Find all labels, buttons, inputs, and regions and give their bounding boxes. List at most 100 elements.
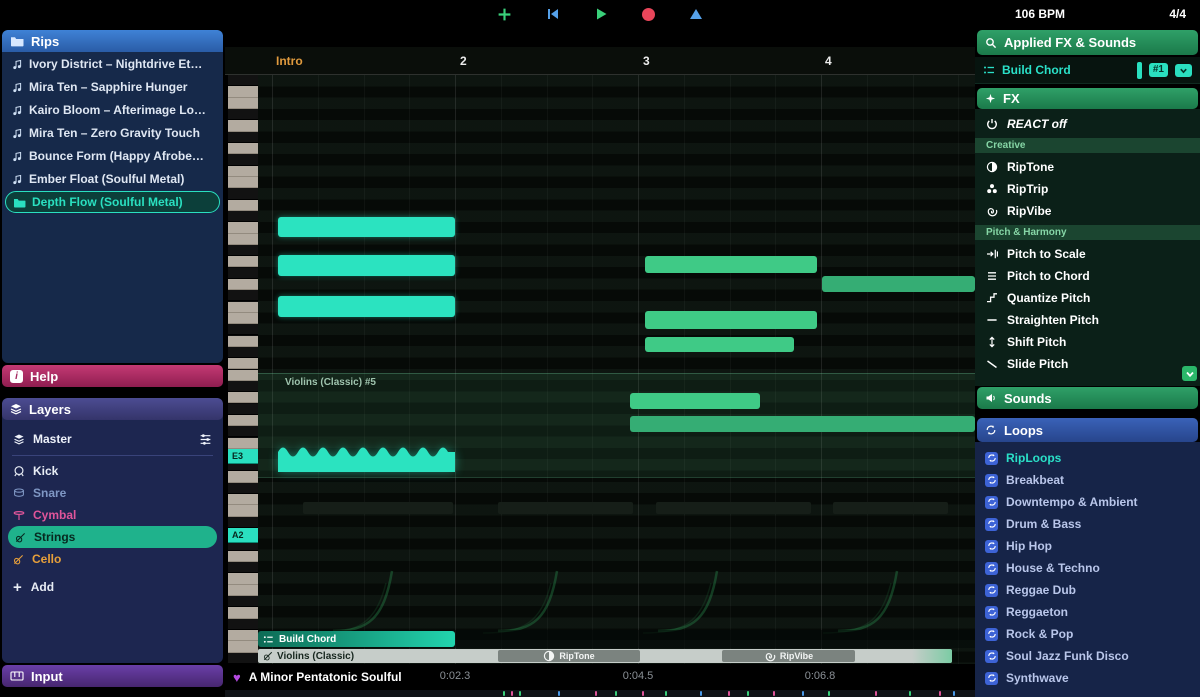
rip-item[interactable]: Mira Ten – Zero Gravity Touch xyxy=(5,122,220,144)
piano-key-B2[interactable] xyxy=(228,505,258,516)
section-marker[interactable]: Intro xyxy=(276,54,303,68)
chevron-down-icon[interactable] xyxy=(1175,64,1192,77)
rips-header[interactable]: Rips xyxy=(2,30,223,52)
fx-item[interactable]: Pitch to Scale xyxy=(975,243,1200,265)
piano-key-F#5[interactable] xyxy=(228,154,258,165)
piano-key-F#2[interactable] xyxy=(228,562,258,573)
fx-level-indicator[interactable] xyxy=(1137,62,1142,79)
rip-item[interactable]: Ember Float (Soulful Metal) xyxy=(5,168,220,190)
loop-category[interactable]: House & Techno xyxy=(975,557,1200,579)
layer-item-cello[interactable]: Cello xyxy=(6,548,219,570)
piano-key-C#4[interactable] xyxy=(228,347,258,358)
piano-key-B4[interactable] xyxy=(228,234,258,245)
piano-key-E4[interactable] xyxy=(228,313,258,324)
layer-item-cymbal[interactable]: Cymbal xyxy=(6,504,219,526)
rip-item[interactable]: Mira Ten – Sapphire Hunger xyxy=(5,76,220,98)
note[interactable] xyxy=(645,311,817,329)
piano-key-D2[interactable] xyxy=(228,607,258,618)
note[interactable] xyxy=(645,256,817,273)
rip-item[interactable]: Bounce Form (Happy Afrobe… xyxy=(5,145,220,167)
piano-key-C3[interactable] xyxy=(228,494,258,505)
piano-key-G#4[interactable] xyxy=(228,268,258,279)
loop-category[interactable]: RipLoops xyxy=(975,447,1200,469)
play-button[interactable] xyxy=(594,7,608,21)
fx-header[interactable]: FX xyxy=(977,88,1198,109)
help-header[interactable]: i Help xyxy=(2,365,223,387)
piano-key-A5[interactable] xyxy=(228,120,258,131)
applied-fx-item[interactable]: Build Chord #1 xyxy=(975,57,1200,84)
skip-back-button[interactable] xyxy=(546,7,560,21)
piano-key-C2[interactable] xyxy=(228,630,258,641)
piano-key-C#6[interactable] xyxy=(228,75,258,86)
react-toggle[interactable]: REACT off xyxy=(975,113,1200,135)
loop-category[interactable]: Hip Hop xyxy=(975,535,1200,557)
layers-header[interactable]: Layers xyxy=(2,398,223,420)
piano-key-D#2[interactable] xyxy=(228,596,258,607)
fx-item[interactable]: RipTone xyxy=(975,156,1200,178)
heart-icon[interactable]: ♥ xyxy=(233,671,241,684)
scale-label[interactable]: A Minor Pentatonic Soulful xyxy=(249,670,402,684)
rip-item[interactable]: Depth Flow (Soulful Metal) xyxy=(5,191,220,213)
piano-key-B3[interactable] xyxy=(228,370,258,381)
applied-fx-header[interactable]: Applied FX & Sounds xyxy=(977,30,1198,55)
piano-key-E3[interactable]: E3 xyxy=(228,449,258,464)
piano-key-F2[interactable] xyxy=(228,573,258,584)
note[interactable] xyxy=(278,296,455,317)
timeline-ruler[interactable]: Intro234 xyxy=(225,47,975,75)
clip-fx-segment[interactable]: RipTone xyxy=(498,650,640,662)
layer-item-snare[interactable]: Snare xyxy=(6,482,219,504)
piano-key-D5[interactable] xyxy=(228,200,258,211)
piano-key-A#2[interactable] xyxy=(228,517,258,528)
piano-key-A#3[interactable] xyxy=(228,381,258,392)
piano-key-G#5[interactable] xyxy=(228,132,258,143)
fx-item[interactable]: Shift Pitch xyxy=(975,331,1200,353)
note-vibrato[interactable] xyxy=(278,443,455,472)
piano-key-G4[interactable] xyxy=(228,279,258,290)
piano-key-D#4[interactable] xyxy=(228,324,258,335)
piano-key-A#5[interactable] xyxy=(228,109,258,120)
piano-key-F3[interactable] xyxy=(228,438,258,449)
piano-key-D3[interactable] xyxy=(228,471,258,482)
add-layer-button[interactable]: + Add xyxy=(2,576,223,598)
clip-fx-segment[interactable]: RipVibe xyxy=(722,650,855,662)
loops-header[interactable]: Loops xyxy=(977,418,1198,442)
piano-key-A2[interactable]: A2 xyxy=(228,528,258,543)
fx-item[interactable]: Slide Pitch xyxy=(975,353,1200,375)
sounds-header[interactable]: Sounds xyxy=(977,387,1198,409)
loop-category[interactable]: Soul Jazz Funk Disco xyxy=(975,645,1200,667)
piano-key-F4[interactable] xyxy=(228,302,258,313)
loop-category[interactable]: Breakbeat xyxy=(975,469,1200,491)
loop-category[interactable]: Reggaeton xyxy=(975,601,1200,623)
piano-key-C4[interactable] xyxy=(228,358,258,369)
record-button[interactable] xyxy=(642,8,655,21)
piano-key-A4[interactable] xyxy=(228,256,258,267)
note[interactable] xyxy=(630,393,760,409)
piano-key-F5[interactable] xyxy=(228,166,258,177)
rip-item[interactable]: Ivory District – Nightdrive Et… xyxy=(5,53,220,75)
note[interactable] xyxy=(822,276,975,292)
piano-key-A#4[interactable] xyxy=(228,245,258,256)
note[interactable] xyxy=(645,337,794,352)
fx-item[interactable]: RipTrip xyxy=(975,178,1200,200)
time-signature-display[interactable]: 4/4 xyxy=(1169,7,1186,21)
input-header[interactable]: Input xyxy=(2,665,223,687)
bpm-display[interactable]: 106 BPM xyxy=(1015,7,1065,21)
layer-item-strings[interactable]: Strings xyxy=(8,526,217,548)
master-row[interactable]: Master xyxy=(6,428,219,450)
piano-key-C5[interactable] xyxy=(228,222,258,233)
piano-key-E2[interactable] xyxy=(228,585,258,596)
piano-key-E5[interactable] xyxy=(228,177,258,188)
loop-category[interactable]: Drum & Bass xyxy=(975,513,1200,535)
piano-key-G2[interactable] xyxy=(228,551,258,562)
loop-category[interactable]: Rock & Pop xyxy=(975,623,1200,645)
piano-key-F#4[interactable] xyxy=(228,290,258,301)
piano-key-F#3[interactable] xyxy=(228,426,258,437)
piano-key-A3[interactable] xyxy=(228,392,258,403)
fx-scroll-down-button[interactable] xyxy=(1182,366,1197,381)
note[interactable] xyxy=(278,255,455,276)
loop-category[interactable]: Downtempo & Ambient xyxy=(975,491,1200,513)
piano-key-B5[interactable] xyxy=(228,98,258,109)
piano-key-G5[interactable] xyxy=(228,143,258,154)
note[interactable] xyxy=(278,217,455,237)
piano-key-C#2[interactable] xyxy=(228,619,258,630)
